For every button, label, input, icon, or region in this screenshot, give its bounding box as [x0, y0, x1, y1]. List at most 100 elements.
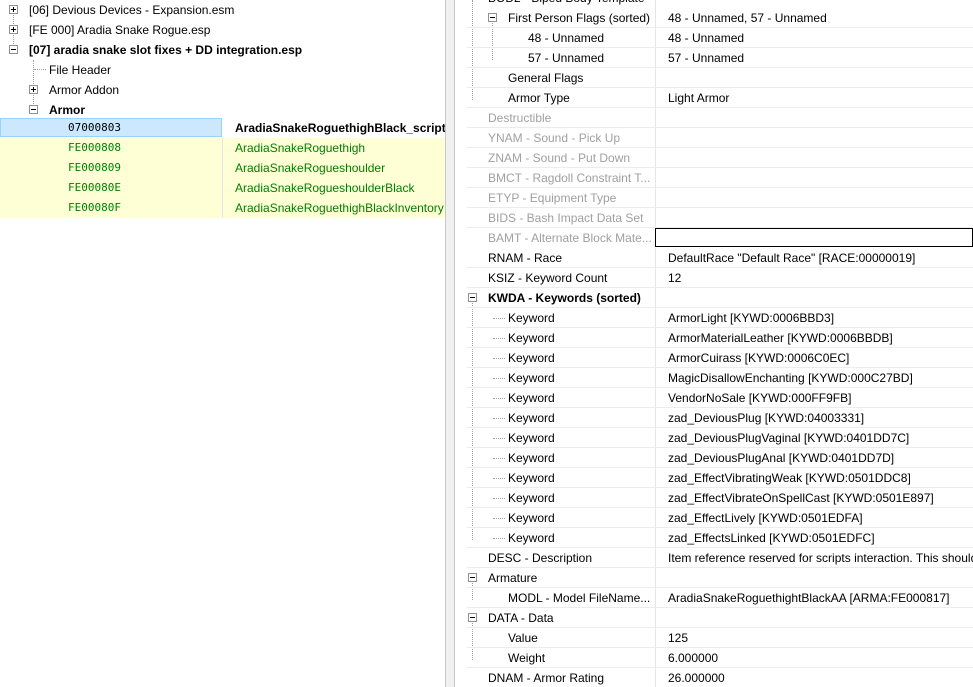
column-separator: [655, 668, 656, 687]
column-separator: [655, 248, 656, 268]
table-row[interactable]: FE00080E AradiaSnakeRogueshoulderBlack: [0, 178, 445, 198]
prop-row[interactable]: ZNAM - Sound - Put Down: [455, 148, 973, 168]
prop-row[interactable]: DNAM - Armor Rating 26.000000: [455, 668, 973, 687]
collapse-minus-icon[interactable]: [488, 13, 497, 22]
keyword-row[interactable]: Keyword ArmorCuirass [KYWD:0006C0EC]: [455, 348, 973, 368]
column-separator: [655, 488, 656, 508]
tree-file-label: [07] aradia snake slot fixes + DD integr…: [29, 43, 303, 57]
prop-value: MagicDisallowEnchanting [KYWD:000C27BD]: [668, 371, 913, 385]
prop-value: 12: [668, 271, 682, 285]
prop-row[interactable]: First Person Flags (sorted) 48 - Unnamed…: [455, 8, 973, 28]
prop-row[interactable]: 48 - Unnamed 48 - Unnamed: [455, 28, 973, 48]
prop-row[interactable]: KSIZ - Keyword Count 12: [455, 268, 973, 288]
collapse-minus-icon[interactable]: [9, 45, 18, 54]
prop-row[interactable]: BMCT - Ragdoll Constraint T...: [455, 168, 973, 188]
prop-value: AradiaSnakeRoguethightBlackAA [ARMA:FE00…: [668, 591, 950, 605]
prop-row[interactable]: BIDS - Bash Impact Data Set: [455, 208, 973, 228]
tree-guide: [493, 518, 505, 519]
tree-group-armor-addon[interactable]: Armor Addon: [0, 80, 445, 100]
prop-row[interactable]: ETYP - Equipment Type: [455, 188, 973, 208]
prop-row[interactable]: Destructible: [455, 108, 973, 128]
prop-name: Keyword: [508, 431, 555, 445]
prop-row[interactable]: DATA - Data: [455, 608, 973, 628]
column-separator: [655, 628, 656, 648]
tree-file-item[interactable]: [06] Devious Devices - Expansion.esm: [0, 0, 445, 20]
prop-row[interactable]: RNAM - Race DefaultRace "Default Race" […: [455, 248, 973, 268]
prop-name: MODL - Model FileName...: [508, 591, 651, 605]
tree-file-item[interactable]: [FE 000] Aradia Snake Rogue.esp: [0, 20, 445, 40]
column-separator: [655, 648, 656, 668]
prop-row[interactable]: YNAM - Sound - Pick Up: [455, 128, 973, 148]
record-view[interactable]: BOD2 - Biped Body Template First Person …: [455, 0, 973, 687]
prop-row[interactable]: KWDA - Keywords (sorted): [455, 288, 973, 308]
keyword-row[interactable]: Keyword MagicDisallowEnchanting [KYWD:000…: [455, 368, 973, 388]
collapse-minus-icon[interactable]: [468, 573, 477, 582]
column-separator: [655, 188, 656, 208]
tree-group-label: Armor: [49, 103, 86, 117]
keyword-row[interactable]: Keyword zad_DeviousPlugVaginal [KYWD:0401…: [455, 428, 973, 448]
prop-row[interactable]: General Flags: [455, 68, 973, 88]
prop-name: Destructible: [488, 111, 552, 125]
column-separator: [655, 368, 656, 388]
keyword-row[interactable]: Keyword zad_DeviousPlug [KYWD:04003331]: [455, 408, 973, 428]
table-row[interactable]: FE00080F AradiaSnakeRoguethighBlackInven…: [0, 198, 445, 218]
prop-name: BAMT - Alternate Block Mate...: [488, 231, 652, 245]
prop-row[interactable]: BOD2 - Biped Body Template: [455, 0, 973, 8]
keyword-row[interactable]: Keyword zad_DeviousPlugAnal [KYWD:0401DD7…: [455, 448, 973, 468]
prop-name: Keyword: [508, 471, 555, 485]
collapse-minus-icon[interactable]: [468, 293, 477, 302]
tree-group-armor[interactable]: Armor: [0, 100, 445, 120]
keyword-row[interactable]: Keyword zad_EffectVibrateOnSpellCast [KYW…: [455, 488, 973, 508]
editor-id: AradiaSnakeRogueshoulder: [235, 161, 386, 175]
table-row[interactable]: FE000809 AradiaSnakeRogueshoulder: [0, 158, 445, 178]
prop-name: Keyword: [508, 531, 555, 545]
prop-row[interactable]: Armature: [455, 568, 973, 588]
prop-name: BIDS - Bash Impact Data Set: [488, 211, 644, 225]
prop-name: ZNAM - Sound - Put Down: [488, 151, 631, 165]
expand-plus-icon[interactable]: [9, 5, 18, 14]
expand-plus-icon[interactable]: [29, 85, 38, 94]
collapse-minus-icon[interactable]: [468, 613, 477, 622]
prop-value: zad_DeviousPlugVaginal [KYWD:0401DD7C]: [668, 431, 910, 445]
collapse-minus-icon[interactable]: [29, 105, 38, 114]
tree-guide: [493, 458, 505, 459]
keyword-row[interactable]: Keyword ArmorLight [KYWD:0006BBD3]: [455, 308, 973, 328]
table-row[interactable]: FE000808 AradiaSnakeRoguethigh: [0, 138, 445, 158]
prop-value: zad_EffectVibratingWeak [KYWD:0501DDC8]: [668, 471, 911, 485]
tree-group-file-header[interactable]: File Header: [0, 60, 445, 80]
prop-value: Light Armor: [668, 91, 730, 105]
keyword-row[interactable]: Keyword zad_EffectLively [KYWD:0501EDFA]: [455, 508, 973, 528]
prop-name: DATA - Data: [488, 611, 554, 625]
prop-row[interactable]: Value 125: [455, 628, 973, 648]
prop-row[interactable]: BAMT - Alternate Block Mate...: [455, 228, 973, 248]
prop-value: zad_DeviousPlugAnal [KYWD:0401DD7D]: [668, 451, 895, 465]
column-separator: [655, 0, 656, 8]
column-separator: [655, 48, 656, 68]
column-separator: [655, 428, 656, 448]
column-separator: [655, 288, 656, 308]
prop-row[interactable]: Weight 6.000000: [455, 648, 973, 668]
keyword-row[interactable]: Keyword zad_EffectVibratingWeak [KYWD:050…: [455, 468, 973, 488]
keyword-row[interactable]: Keyword zad_EffectsLinked [KYWD:0501EDFC]: [455, 528, 973, 548]
navigation-tree[interactable]: [06] Devious Devices - Expansion.esm [FE…: [0, 0, 445, 687]
prop-row[interactable]: MODL - Model FileName... AradiaSnakeRogu…: [455, 588, 973, 608]
prop-value: 6.000000: [668, 651, 719, 665]
table-row[interactable]: 07000803 AradiaSnakeRoguethighBlack_scri…: [0, 118, 445, 138]
prop-row[interactable]: Armor Type Light Armor: [455, 88, 973, 108]
column-separator: [655, 28, 656, 48]
prop-row[interactable]: DESC - Description Item reference reserv…: [455, 548, 973, 568]
column-separator: [655, 568, 656, 588]
prop-name: DESC - Description: [488, 551, 593, 565]
form-id: FE000809: [68, 161, 121, 174]
pane-splitter[interactable]: [445, 0, 455, 687]
keyword-row[interactable]: Keyword ArmorMaterialLeather [KYWD:0006BB…: [455, 328, 973, 348]
column-separator: [655, 328, 656, 348]
inline-edit-field[interactable]: [655, 228, 973, 247]
expand-plus-icon[interactable]: [9, 25, 18, 34]
prop-row[interactable]: 57 - Unnamed 57 - Unnamed: [455, 48, 973, 68]
tree-file-item[interactable]: [07] aradia snake slot fixes + DD integr…: [0, 40, 445, 60]
keyword-row[interactable]: Keyword VendorNoSale [KYWD:000FF9FB]: [455, 388, 973, 408]
column-separator: [655, 388, 656, 408]
prop-value: zad_DeviousPlug [KYWD:04003331]: [668, 411, 865, 425]
tree-guide: [493, 398, 505, 399]
